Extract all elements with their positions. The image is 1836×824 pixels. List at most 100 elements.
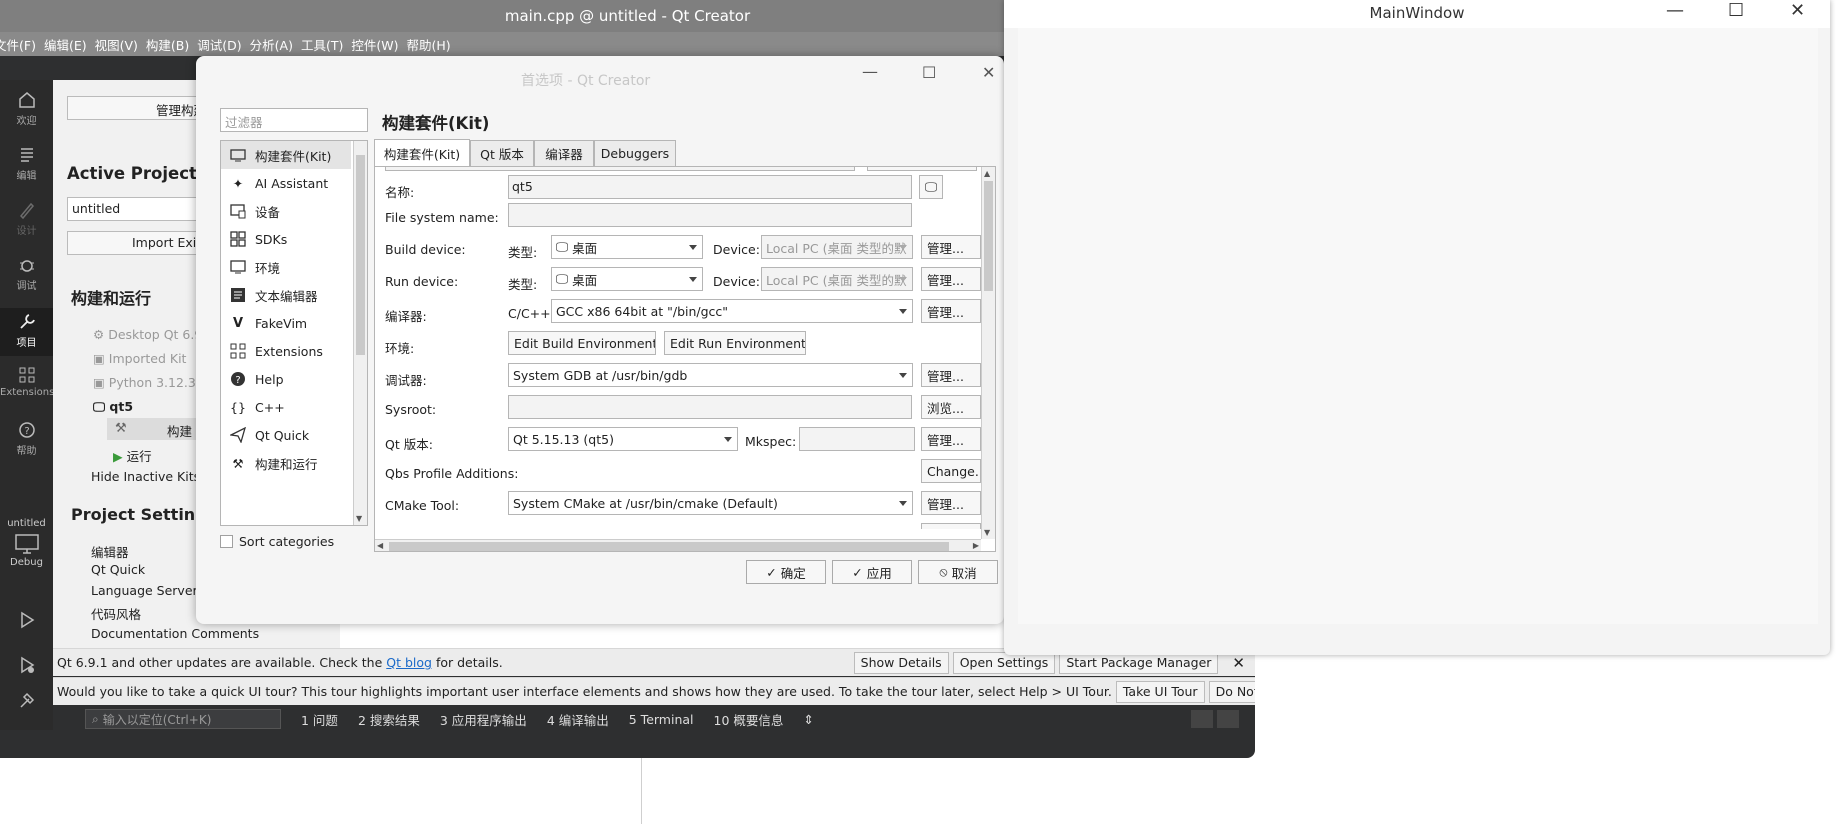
menu-view[interactable]: 视图(V) [95, 35, 146, 54]
menu-build[interactable]: 构建(B) [146, 35, 197, 54]
settings-item-language-server[interactable]: Language Server [91, 583, 198, 598]
scroll-up-icon[interactable]: ▲ [984, 169, 990, 178]
kit-python[interactable]: ▣ Python 3.12.3 [93, 375, 196, 390]
mode-projects[interactable]: 项目 [0, 308, 53, 356]
kit-selector[interactable]: untitled Debug [0, 518, 53, 568]
category-devices[interactable]: 设备 [221, 197, 351, 225]
menu-tools[interactable]: 工具(T) [301, 35, 351, 54]
mode-debug[interactable]: 调试 [0, 255, 53, 292]
settings-item-editor[interactable]: 编辑器 [91, 542, 129, 561]
close-icon[interactable]: ✕ [1790, 0, 1805, 21]
compiler-manage-button[interactable]: 管理... [921, 299, 981, 323]
tab-debuggers[interactable]: Debuggers [594, 140, 676, 166]
debug-run-button[interactable] [0, 655, 53, 677]
pane-vertical-scrollbar[interactable]: ▲ ▼ [981, 167, 995, 539]
hide-inactive-kits[interactable]: Hide Inactive Kits [91, 469, 200, 484]
category-sdks[interactable]: SDKs [221, 225, 351, 253]
run-device-type-combo[interactable]: 🖵 桌面 [551, 267, 703, 291]
manage-kits-button[interactable]: 管理构建 [67, 96, 197, 120]
maximize-icon[interactable]: ☐ [922, 63, 936, 82]
locator-input[interactable]: ⌕ 输入以定位(Ctrl+K) [85, 709, 281, 729]
apply-button[interactable]: ✓ 应用 [832, 560, 912, 584]
sysroot-field[interactable] [508, 395, 912, 419]
category-fakevim[interactable]: V FakeVim [221, 309, 351, 337]
menu-help[interactable]: 帮助(H) [406, 35, 458, 54]
minimize-icon[interactable]: — [1666, 0, 1684, 21]
filter-input[interactable]: 过滤器 [220, 108, 368, 132]
mode-design[interactable]: 设计 [0, 200, 53, 237]
kit-qt5[interactable]: 🖵 qt5 [93, 399, 133, 415]
output-tab-search[interactable]: 2 搜索结果 [358, 710, 420, 729]
category-ai-assistant[interactable]: ✦ AI Assistant [221, 169, 351, 197]
sidebar-toggle-icon[interactable] [1217, 710, 1239, 728]
category-help[interactable]: ? Help [221, 365, 351, 393]
qt-version-combo[interactable]: Qt 5.15.13 (qt5) [508, 427, 738, 451]
output-tab-general[interactable]: 10 概要信息 [714, 710, 784, 729]
output-tab-issues[interactable]: 1 问题 [301, 710, 338, 729]
tab-compilers[interactable]: 编译器 [534, 140, 594, 166]
kit-desktop-qt6[interactable]: ⚙ Desktop Qt 6.9. [93, 327, 206, 342]
sort-categories-checkbox[interactable]: Sort categories [220, 534, 334, 549]
mode-edit[interactable]: 编辑 [0, 145, 53, 182]
menu-analyze[interactable]: 分析(A) [250, 35, 301, 54]
kit-run-item[interactable]: ▶ 运行 [113, 446, 152, 465]
build-device-combo[interactable]: Local PC (桌面 类型的默 [761, 235, 913, 259]
category-qt-quick[interactable]: Qt Quick [221, 421, 351, 449]
close-icon[interactable]: ✕ [1232, 654, 1245, 672]
scroll-left-icon[interactable]: ◀ [377, 541, 383, 550]
kit-icon-button[interactable]: 🖵 [919, 175, 943, 199]
cancel-button[interactable]: ⦸ 取消 [918, 560, 998, 584]
menu-debug[interactable]: 调试(D) [197, 35, 249, 54]
build-device-manage-button[interactable]: 管理... [921, 235, 981, 259]
settings-item-qtquick[interactable]: Qt Quick [91, 562, 145, 577]
mkspec-field[interactable] [799, 427, 915, 451]
category-build-run[interactable]: ⚒ 构建和运行 [221, 449, 351, 477]
mode-help[interactable]: ? 帮助 [0, 420, 53, 457]
menu-widgets[interactable]: 控件(W) [351, 35, 406, 54]
close-icon[interactable]: ✕ [982, 63, 995, 82]
run-button[interactable] [0, 610, 53, 632]
name-field[interactable]: qt5 [508, 175, 912, 199]
show-details-button[interactable]: Show Details [853, 651, 949, 674]
output-tabs-menu-icon[interactable]: ⇕ [803, 712, 813, 727]
minimize-icon[interactable]: — [862, 62, 878, 81]
settings-item-code-style[interactable]: 代码风格 [91, 604, 141, 623]
fs-name-field[interactable] [508, 203, 912, 227]
debugger-manage-button[interactable]: 管理... [921, 363, 981, 387]
settings-item-doc-comments[interactable]: Documentation Comments [91, 626, 259, 641]
ok-button[interactable]: ✓ 确定 [746, 560, 826, 584]
scroll-right-icon[interactable]: ▶ [973, 541, 979, 550]
category-cpp[interactable]: {} C++ [221, 393, 351, 421]
output-tab-terminal[interactable]: 5 Terminal [629, 712, 694, 727]
checkbox-box[interactable] [220, 535, 233, 548]
sysroot-browse-button[interactable]: 浏览... [921, 395, 981, 419]
scroll-down-icon[interactable]: ▼ [356, 514, 362, 523]
kit-imported[interactable]: ▣ Imported Kit [93, 351, 186, 366]
menu-file[interactable]: 文件(F) [0, 35, 44, 54]
mode-welcome[interactable]: 欢迎 [0, 90, 53, 127]
debugger-combo[interactable]: System GDB at /usr/bin/gdb [508, 363, 913, 387]
tab-qt-versions[interactable]: Qt 版本 [470, 140, 534, 166]
category-scrollbar[interactable]: ▼ [353, 141, 367, 525]
edit-run-env-button[interactable]: Edit Run Environment... [664, 331, 806, 355]
do-not-show-again-button[interactable]: Do Not Show Again [1208, 680, 1255, 703]
build-button[interactable] [0, 690, 53, 712]
qbs-change-button[interactable]: Change... [921, 459, 981, 483]
category-extensions[interactable]: Extensions [221, 337, 351, 365]
edit-build-env-button[interactable]: Edit Build Environment... [508, 331, 656, 355]
build-device-type-combo[interactable]: 🖵 桌面 [551, 235, 703, 259]
run-device-manage-button[interactable]: 管理... [921, 267, 981, 291]
pane-horizontal-scrollbar[interactable]: ◀ ▶ [375, 539, 981, 551]
maximize-icon[interactable]: ☐ [1728, 0, 1744, 21]
active-project-combo[interactable]: untitled [67, 197, 197, 221]
tab-kits[interactable]: 构建套件(Kit) [374, 139, 470, 167]
scrollbar-thumb[interactable] [356, 155, 365, 355]
import-existing-button[interactable]: Import Exis [67, 231, 197, 255]
take-ui-tour-button[interactable]: Take UI Tour [1115, 680, 1205, 703]
scroll-down-icon[interactable]: ▼ [984, 528, 990, 537]
category-text-editor[interactable]: 文本编辑器 [221, 281, 351, 309]
cmake-manage-button[interactable]: 管理... [921, 491, 981, 515]
category-kits[interactable]: 构建套件(Kit) [221, 141, 351, 169]
run-device-combo[interactable]: Local PC (桌面 类型的默 [761, 267, 913, 291]
qt-version-manage-button[interactable]: 管理... [921, 427, 981, 451]
